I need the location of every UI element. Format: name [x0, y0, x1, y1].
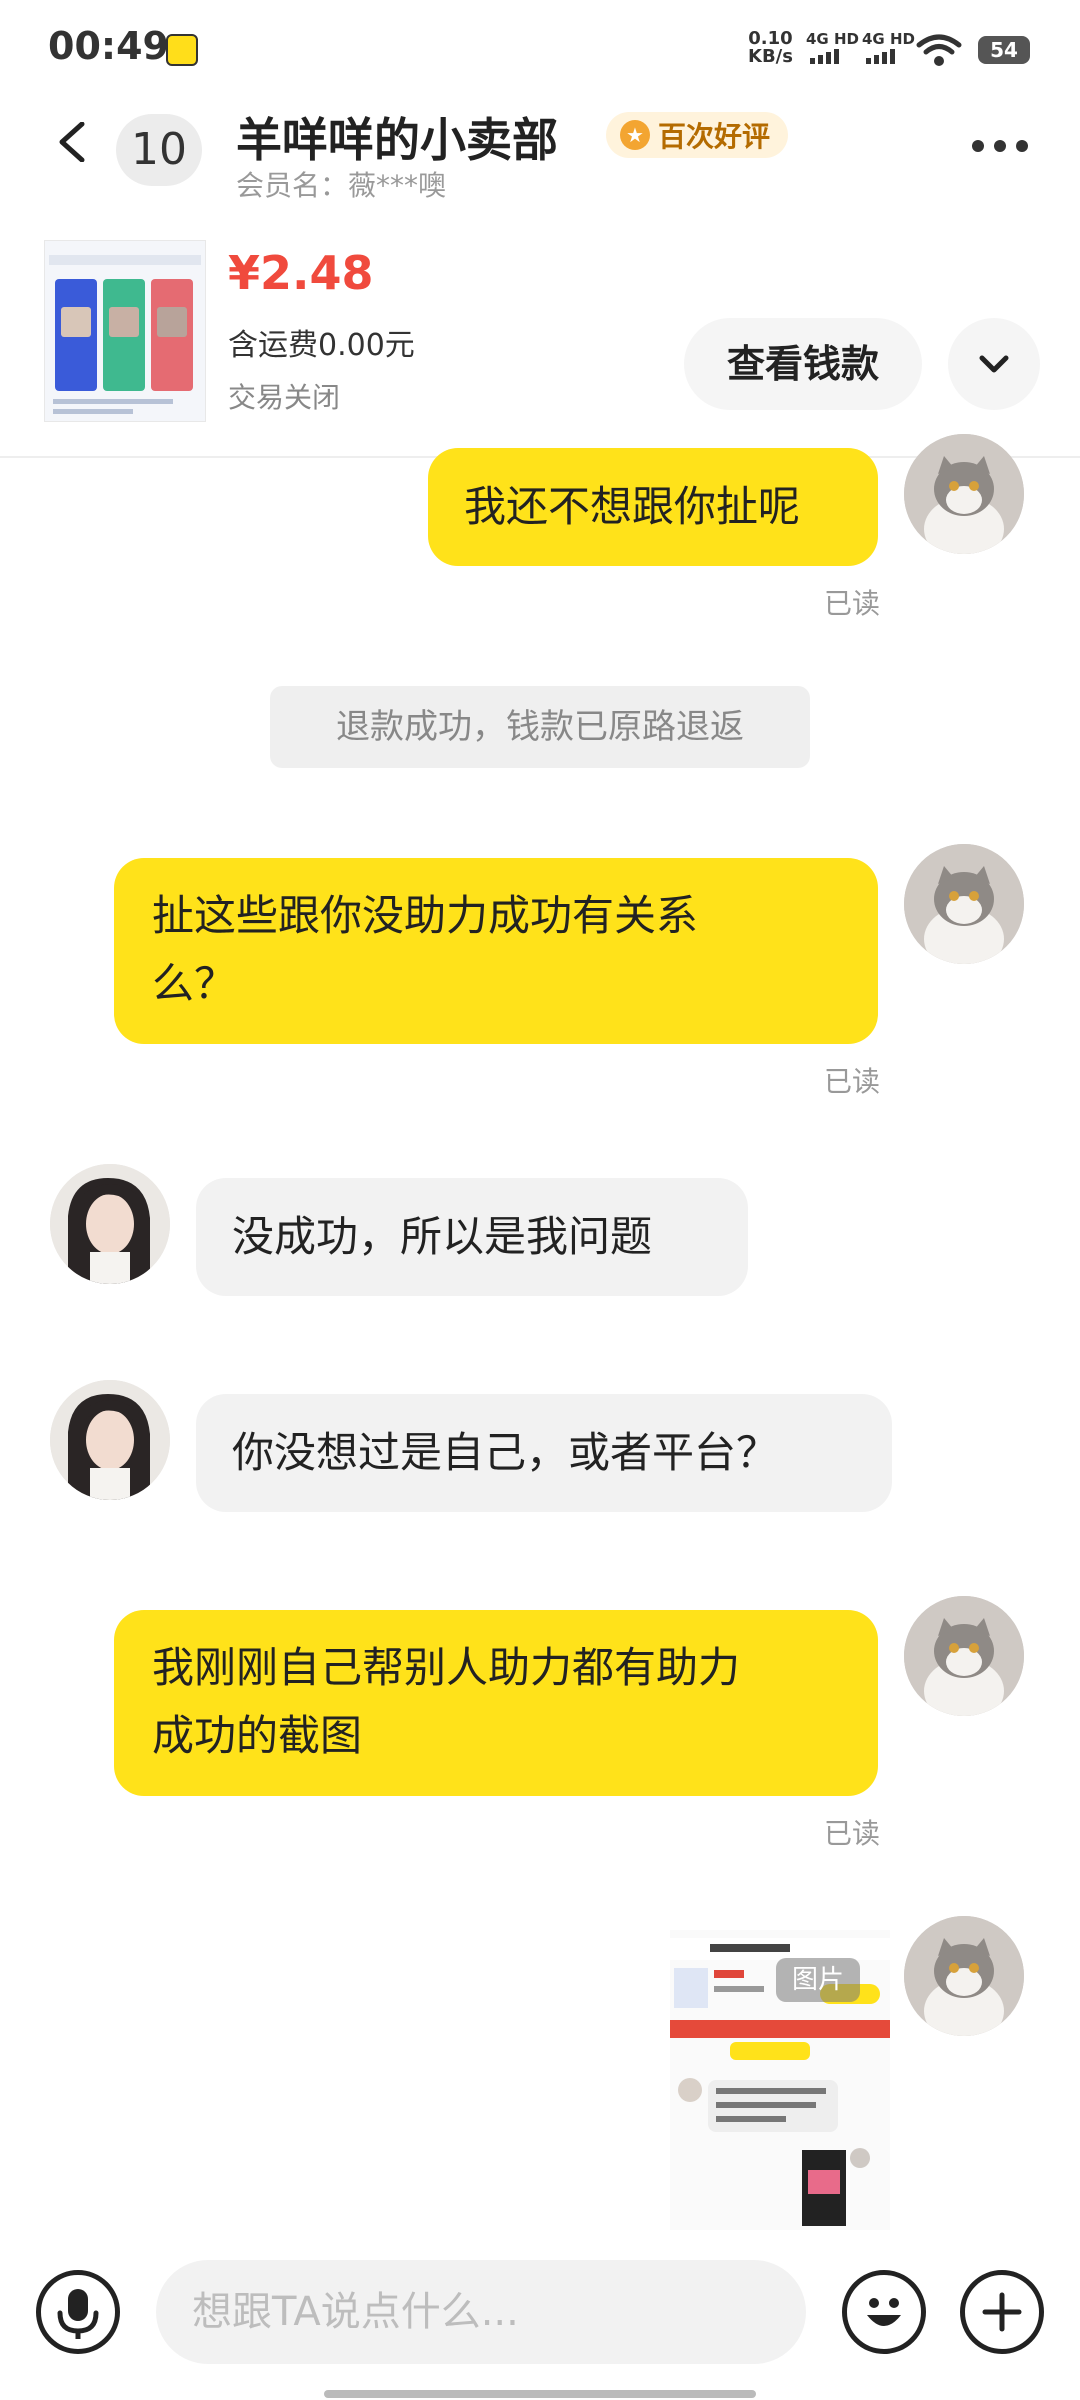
emoji-button[interactable] — [842, 2270, 926, 2354]
home-indicator[interactable] — [324, 2390, 756, 2398]
my-avatar[interactable] — [904, 1916, 1024, 2036]
message-text-line: 么？ — [152, 959, 237, 1008]
more-options-icon[interactable] — [972, 140, 1028, 152]
net-speed-unit: KB/s — [748, 46, 793, 67]
message-text: 你没想过是自己，或者平台？ — [232, 1428, 779, 1477]
message-bubble-mine[interactable]: 我刚刚自己帮别人助力都有助力 成功的截图 — [114, 1610, 878, 1796]
message-bubble-mine[interactable]: 扯这些跟你没助力成功有关系 么？ — [114, 858, 878, 1044]
signal-bars-2-icon — [866, 48, 895, 64]
other-avatar[interactable] — [50, 1164, 170, 1284]
message-input[interactable]: 想跟TA说点什么... — [156, 2260, 806, 2364]
image-tag: 图片 — [776, 1958, 860, 2002]
shop-name[interactable]: 羊咩咩的小卖部 — [236, 104, 558, 170]
thumbs-up-icon: ★ — [620, 120, 650, 150]
expand-button[interactable] — [948, 318, 1040, 410]
message-bubble-other[interactable]: 你没想过是自己，或者平台？ — [196, 1394, 892, 1512]
shipping-fee: 含运费0.00元 — [228, 328, 415, 363]
signal-label-2: 4G HD — [862, 30, 915, 48]
wifi-icon — [916, 34, 962, 66]
read-receipt: 已读 — [824, 1817, 881, 1850]
view-funds-button[interactable]: 查看钱款 — [684, 318, 922, 410]
praise-badge-label: 百次好评 — [658, 120, 771, 153]
emoji-icon — [867, 2298, 901, 2326]
message-text: 我还不想跟你扯呢 — [464, 482, 801, 531]
my-avatar[interactable] — [904, 434, 1024, 554]
read-receipt: 已读 — [824, 587, 881, 620]
app-notification-icon — [166, 34, 198, 66]
message-text-line: 我刚刚自己帮别人助力都有助力 — [152, 1643, 741, 1692]
voice-input-button[interactable] — [36, 2270, 120, 2354]
my-avatar[interactable] — [904, 1596, 1024, 1716]
product-thumbnail[interactable] — [44, 240, 206, 422]
add-attachment-button[interactable] — [960, 2270, 1044, 2354]
my-avatar[interactable] — [904, 844, 1024, 964]
message-text: 没成功，所以是我问题 — [232, 1212, 653, 1261]
status-bar: 00:49 0.10 KB/s 4G HD 4G HD 54 — [0, 0, 1080, 90]
signal-bars-1-icon — [810, 48, 839, 64]
message-text-line: 成功的截图 — [152, 1711, 363, 1760]
system-message: 退款成功，钱款已原路退返 — [270, 686, 810, 768]
product-price: ¥2.48 — [228, 246, 374, 300]
deal-status: 交易关闭 — [228, 381, 341, 414]
network-speed: 0.10 KB/s — [748, 30, 793, 66]
plus-icon — [982, 2292, 1022, 2332]
chevron-down-icon — [979, 355, 1009, 373]
praise-badge: ★ 百次好评 — [606, 112, 789, 158]
message-text-line: 扯这些跟你没助力成功有关系 — [152, 891, 699, 940]
signal-label-1: 4G HD — [806, 30, 859, 48]
clock: 00:49 — [48, 24, 169, 68]
member-name: 会员名：薇***噢 — [236, 169, 447, 202]
battery-indicator: 54 — [978, 36, 1030, 64]
other-avatar[interactable] — [50, 1380, 170, 1500]
back-arrow-icon[interactable] — [52, 122, 92, 162]
message-bubble-mine[interactable]: 我还不想跟你扯呢 — [428, 448, 878, 566]
message-bubble-other[interactable]: 没成功，所以是我问题 — [196, 1178, 748, 1296]
microphone-icon — [57, 2289, 99, 2339]
unread-count-badge[interactable]: 10 — [116, 114, 202, 186]
read-receipt: 已读 — [824, 1065, 881, 1098]
